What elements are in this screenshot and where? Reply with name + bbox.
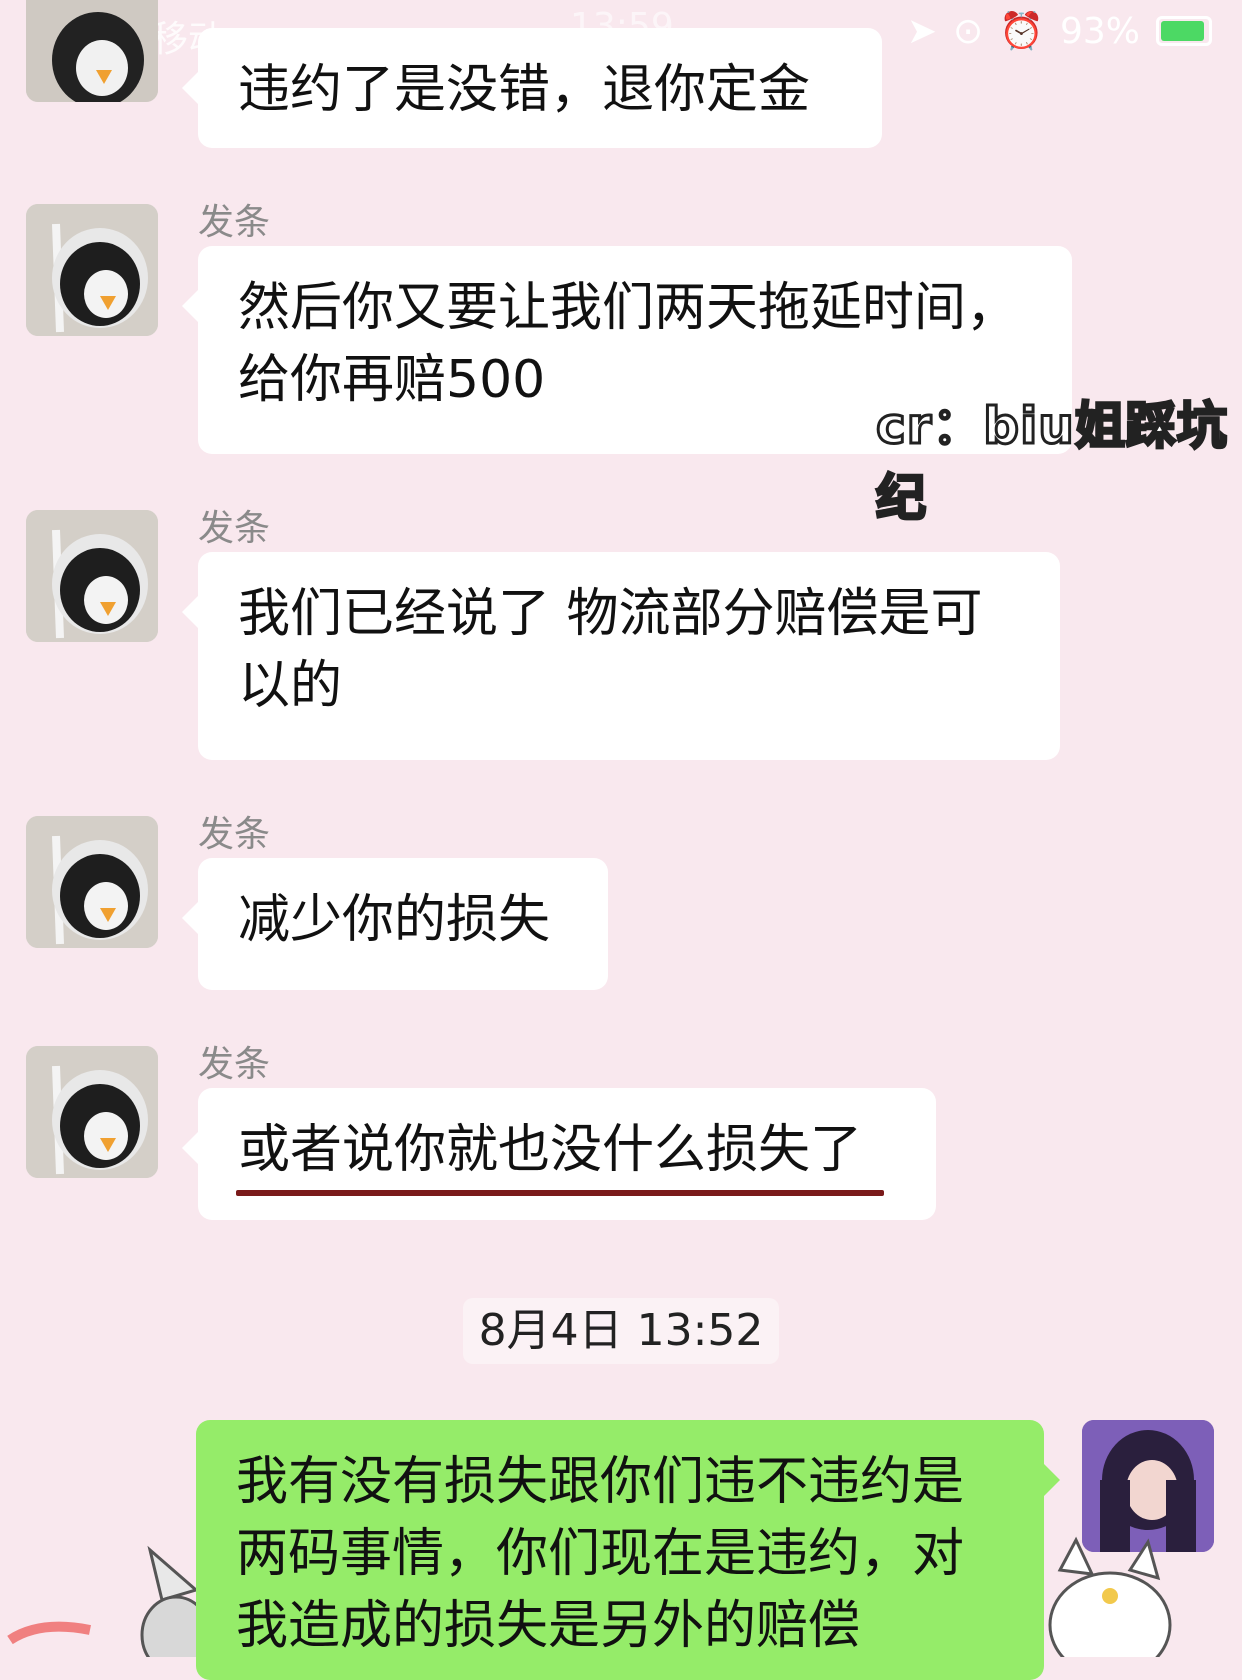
status-icons: ➤ ⊙ ⏰ 93% [907,10,1212,52]
penguin-avatar-icon [26,0,158,102]
message-text-line: 然后你又要让我们两天拖延时间， [238,278,1019,338]
avatar[interactable] [26,510,158,642]
message-bubble[interactable]: 减少你的损失 [182,858,608,990]
cat-sticker-icon [7,1545,200,1657]
penguin-avatar-icon [26,510,158,642]
message-text-line: 两码事情，你们现在是违约，对 [236,1524,965,1584]
message-bubble[interactable]: 或者说你就也没什么损失了 [182,1088,936,1220]
avatar[interactable] [26,816,158,948]
message-text-line: 我们已经说了 物流部分赔偿是可 [238,584,983,644]
message-bubble[interactable]: 违约了是没错，退你定金 [182,28,882,148]
avatar[interactable] [26,204,158,336]
message-text-line: 以的 [238,656,343,716]
battery-fill [1161,21,1204,41]
message-text-line: 我有没有损失跟你们违不违约是 [236,1452,965,1512]
message-text: 或者说你就也没什么损失了 [238,1120,863,1180]
penguin-avatar-icon [26,816,158,948]
sender-name: 发条 [198,202,271,243]
alarm-icon: ⏰ [999,11,1044,52]
penguin-avatar-icon [26,1046,158,1178]
location-arrow-icon: ➤ [906,10,937,52]
sender-name: 发条 [198,1044,271,1085]
highlight-underline [236,1190,884,1196]
sender-name: 发条 [198,508,271,549]
watermark-credit: cr：biu姐踩坑纪 [875,396,1229,529]
penguin-avatar-icon [26,204,158,336]
chat-timestamp: 8月4日 13:52 [463,1298,779,1364]
message-text: 违约了是没错，退你定金 [238,60,811,120]
battery-charging-icon [1156,16,1212,46]
message-text: 减少你的损失 [238,890,551,950]
battery-percent: 93% [1059,10,1140,52]
avatar[interactable] [26,1046,158,1178]
lock-rotation-icon: ⊙ [952,10,984,52]
white-cat-sticker-icon [1048,1536,1172,1657]
avatar[interactable] [26,0,158,102]
outgoing-message-bubble[interactable]: 我有没有损失跟你们违不违约是 两码事情，你们现在是违约，对 我造成的损失是另外的… [196,1420,1060,1680]
sender-name: 发条 [198,814,271,855]
message-bubble[interactable]: 我们已经说了 物流部分赔偿是可 以的 [182,552,1060,760]
message-text-line: 我造成的损失是另外的赔偿 [236,1596,861,1656]
